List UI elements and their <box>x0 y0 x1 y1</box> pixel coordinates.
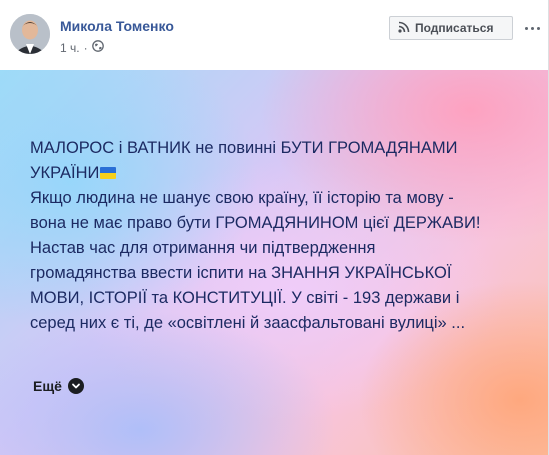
post-background: МАЛОРОС і ВАТНИК не повинні БУТИ ГРОМАДЯ… <box>0 70 548 455</box>
post-card: Микола Томенко 1 ч. · Подписаться МАЛОРО… <box>0 0 549 455</box>
subscribe-label: Подписаться <box>415 21 494 35</box>
post-text-line: УКРАЇНИ <box>30 164 100 182</box>
post-meta: 1 ч. · <box>60 40 104 55</box>
post-text-line: громадянства ввести іспити на ЗНАННЯ УКР… <box>30 264 452 282</box>
post-text-line: Якщо людина не шанує свою країну, її іст… <box>30 189 454 207</box>
author-avatar[interactable] <box>10 14 50 54</box>
post-text-line: МОВИ, ІСТОРІЇ та КОНСТИТУЦІЇ. У світі - … <box>30 289 460 307</box>
more-options-icon[interactable] <box>522 20 542 36</box>
ukraine-flag-icon <box>100 167 117 179</box>
globe-icon[interactable] <box>91 40 104 55</box>
avatar-image <box>10 14 50 54</box>
see-more-label: Ещё <box>33 378 62 394</box>
chevron-down-icon <box>67 378 84 394</box>
meta-separator: · <box>83 40 88 55</box>
post-time[interactable]: 1 ч. <box>60 41 80 55</box>
author-name[interactable]: Микола Томенко <box>60 18 174 34</box>
see-more-button[interactable]: Ещё <box>33 378 84 394</box>
subscribe-button[interactable]: Подписаться <box>389 16 513 40</box>
post-text-line-with-flag: УКРАЇНИ <box>30 161 530 186</box>
post-text: МАЛОРОС і ВАТНИК не повинні БУТИ ГРОМАДЯ… <box>30 136 530 336</box>
post-text-line: МАЛОРОС і ВАТНИК не повинні БУТИ ГРОМАДЯ… <box>30 139 458 157</box>
post-text-line: Настав час для отримання чи підтвердженн… <box>30 239 376 257</box>
rss-icon <box>398 21 410 36</box>
post-text-line: вона не має право бути ГРОМАДЯНИНОМ цієї… <box>30 214 481 232</box>
post-header: Микола Томенко 1 ч. · Подписаться <box>0 0 549 70</box>
post-text-line: серед них є ті, де «освітлені й заасфаль… <box>30 314 466 332</box>
